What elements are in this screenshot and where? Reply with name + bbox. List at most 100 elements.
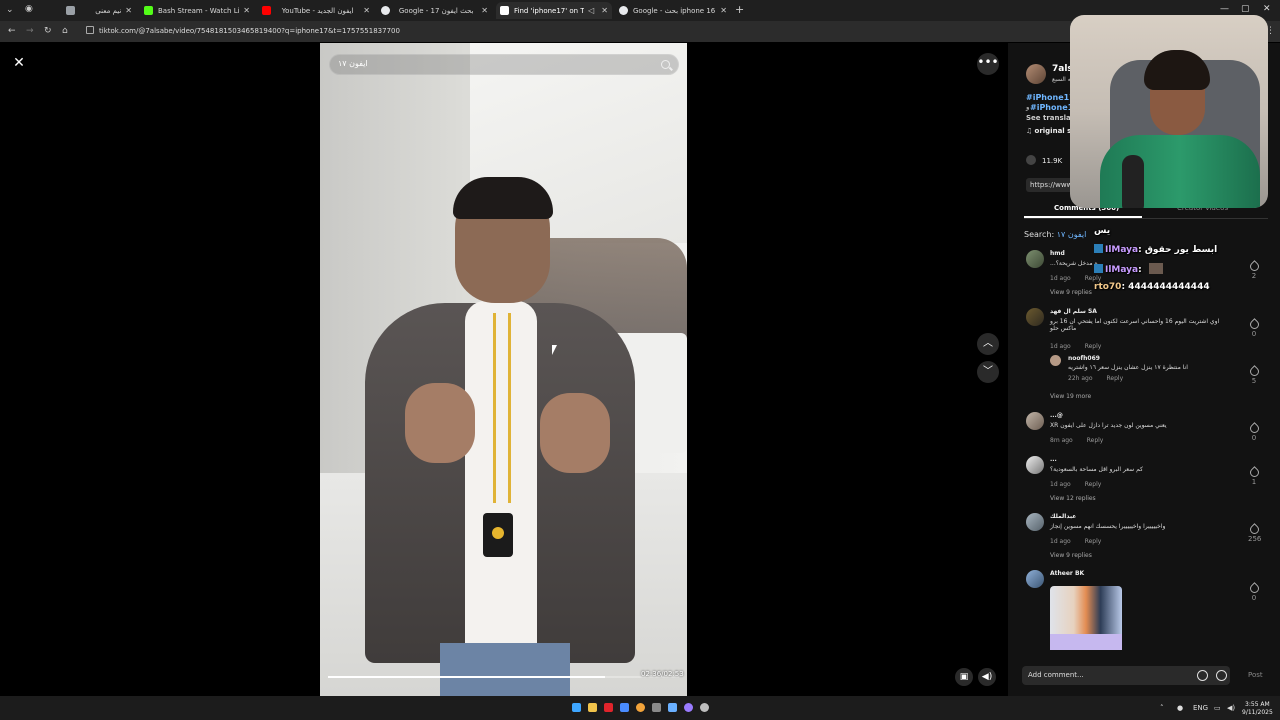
tab-1-close-icon[interactable]: ✕ bbox=[125, 6, 132, 15]
app-icon-gray[interactable] bbox=[652, 703, 661, 712]
app-icon-discord[interactable] bbox=[684, 703, 693, 712]
tab-3-close-icon[interactable]: ✕ bbox=[363, 6, 370, 15]
view-replies-button[interactable]: View 9 replies bbox=[1050, 289, 1092, 296]
volume-icon[interactable]: ◀) bbox=[978, 668, 996, 686]
tab-5-audio-icon[interactable]: ◁ bbox=[588, 6, 594, 15]
comment-author[interactable]: Atheer BK bbox=[1050, 570, 1084, 577]
tab-3[interactable]: YouTube - ايفون الجديد ✕ bbox=[258, 2, 374, 19]
app-icon-blue[interactable] bbox=[668, 703, 677, 712]
picture-in-picture-icon[interactable]: ▣ bbox=[955, 668, 973, 686]
tray-chevron-up-icon[interactable]: ˄ bbox=[1160, 704, 1164, 712]
app-icon-shield[interactable] bbox=[620, 703, 629, 712]
reply-button[interactable]: Reply bbox=[1085, 343, 1102, 350]
tray-mic-icon[interactable]: ● bbox=[1177, 704, 1183, 712]
stream-chat-line: IlMaya: ابسط يور حقوق bbox=[1094, 244, 1217, 255]
comment-avatar[interactable] bbox=[1026, 456, 1044, 474]
new-tab-plus-icon[interactable]: + bbox=[735, 3, 744, 16]
minimize-icon[interactable]: — bbox=[1220, 4, 1229, 14]
view-replies-button[interactable]: View 9 replies bbox=[1050, 552, 1092, 559]
tab-search-icon[interactable]: ⌄ bbox=[6, 5, 14, 15]
tab-6-google-icon bbox=[619, 6, 628, 15]
tab-6-close-icon[interactable]: ✕ bbox=[720, 6, 727, 15]
url-field[interactable]: tiktok.com/@7alsabe/video/75481815034658… bbox=[84, 24, 1234, 39]
reply-author[interactable]: noofh069 bbox=[1068, 355, 1100, 362]
reply-button[interactable]: Reply bbox=[1085, 275, 1102, 282]
tab-3-youtube-icon bbox=[262, 6, 271, 15]
home-icon[interactable]: ⌂ bbox=[62, 26, 68, 36]
maximize-icon[interactable]: ▢ bbox=[1241, 4, 1250, 14]
comment-avatar[interactable] bbox=[1026, 308, 1044, 326]
search-query[interactable]: ايفون ١٧ bbox=[1057, 230, 1087, 239]
reply-avatar[interactable] bbox=[1050, 355, 1061, 366]
comment-avatar[interactable] bbox=[1026, 570, 1044, 588]
tab-1-favicon-icon bbox=[66, 6, 75, 15]
clock-date: 9/11/2025 bbox=[1242, 709, 1273, 716]
video-search-text: ايفون ١٧ bbox=[338, 59, 368, 68]
view-more-replies-button[interactable]: View 19 more bbox=[1050, 393, 1091, 400]
author-avatar[interactable] bbox=[1026, 64, 1046, 84]
comment-avatar[interactable] bbox=[1026, 250, 1044, 268]
app-icon-red[interactable] bbox=[604, 703, 613, 712]
forward-arrow-icon[interactable]: → bbox=[26, 26, 34, 36]
original-sound[interactable]: ♫ original so bbox=[1026, 127, 1076, 135]
tab-5-close-icon[interactable]: ✕ bbox=[601, 6, 608, 15]
video-search-bar[interactable]: ايفون ١٧ bbox=[329, 54, 679, 75]
view-replies-button[interactable]: View 12 replies bbox=[1050, 495, 1096, 502]
reply-button[interactable]: Reply bbox=[1087, 437, 1104, 444]
video-progress-bar[interactable] bbox=[328, 676, 679, 678]
comment-avatar[interactable] bbox=[1026, 412, 1044, 430]
file-explorer-icon[interactable] bbox=[588, 703, 597, 712]
reload-icon[interactable]: ↻ bbox=[44, 26, 52, 36]
comment-search-line[interactable]: Search: ايفون ١٧ bbox=[1024, 230, 1086, 239]
tab-5-active[interactable]: Find 'iphone17' on TikTok | ◁ ✕ bbox=[496, 2, 612, 19]
like-count[interactable]: 11.9K bbox=[1026, 155, 1062, 165]
tab-4[interactable]: Google - بحث ايفون 17 ✕ bbox=[377, 2, 492, 19]
comment-author[interactable]: ...@ bbox=[1050, 412, 1063, 419]
taskbar-clock[interactable]: 3:55 AM 9/11/2025 bbox=[1242, 701, 1273, 717]
comment-meta: 1d ago Reply bbox=[1050, 481, 1101, 488]
add-comment-input[interactable]: Add comment... bbox=[1022, 666, 1230, 685]
next-video-chevron-down-icon[interactable]: ﹀ bbox=[977, 361, 999, 383]
comment-avatar[interactable] bbox=[1026, 513, 1044, 531]
hashtag-prefix: و bbox=[1026, 103, 1030, 111]
video-player[interactable] bbox=[320, 43, 687, 696]
comment-sticker-image[interactable] bbox=[1050, 586, 1122, 650]
tab-1[interactable]: نيم معنى ✕ bbox=[62, 2, 136, 19]
tray-network-icon[interactable]: ▭ bbox=[1214, 704, 1221, 712]
back-arrow-icon[interactable]: ← bbox=[8, 26, 16, 36]
browser-menu-icon[interactable]: ◉ bbox=[25, 4, 33, 14]
close-window-icon[interactable]: ✕ bbox=[1263, 4, 1271, 14]
previous-video-chevron-up-icon[interactable]: ︿ bbox=[977, 333, 999, 355]
tab-2[interactable]: Bash Stream - Watch Live on K ✕ bbox=[140, 2, 254, 19]
comment-author[interactable]: سلم ال فهد SA bbox=[1050, 308, 1097, 315]
video-time: 02:36/02:53 bbox=[641, 670, 684, 678]
comment-like-count: 256 bbox=[1248, 535, 1262, 543]
comment-text: كم سعر البرو اقل مساحة بالسعودية؟ bbox=[1050, 466, 1143, 473]
reply-button[interactable]: Reply bbox=[1085, 538, 1102, 545]
tab-2-close-icon[interactable]: ✕ bbox=[243, 6, 250, 15]
search-icon[interactable] bbox=[661, 60, 670, 69]
comment-author[interactable]: ... bbox=[1050, 456, 1057, 463]
hashtag-iphone17[interactable]: #iPhone17 bbox=[1026, 93, 1075, 102]
reply-button[interactable]: Reply bbox=[1107, 375, 1124, 382]
tray-volume-icon[interactable]: ◀) bbox=[1227, 704, 1235, 712]
mention-at-icon[interactable] bbox=[1197, 670, 1208, 681]
more-options-icon[interactable]: ••• bbox=[977, 53, 999, 75]
comment-text: واخيييييرا واخيييييرا يحسسك انهم مسوين إ… bbox=[1050, 523, 1166, 530]
post-comment-button[interactable]: Post bbox=[1248, 671, 1263, 679]
stream-chat-user: rto70 bbox=[1094, 282, 1122, 292]
chrome-icon[interactable] bbox=[636, 703, 645, 712]
app-icon-obs[interactable] bbox=[700, 703, 709, 712]
tab-6[interactable]: Google - بحث iphone 16 ✕ bbox=[615, 2, 731, 19]
see-translation-link[interactable]: See translati bbox=[1026, 114, 1077, 122]
reply-button[interactable]: Reply bbox=[1085, 481, 1102, 488]
site-info-icon[interactable] bbox=[86, 26, 94, 34]
comment-meta: 1d ago Reply bbox=[1050, 538, 1101, 545]
start-windows-icon[interactable] bbox=[572, 703, 581, 712]
emoji-icon[interactable] bbox=[1216, 670, 1227, 681]
comment-author[interactable]: hmd bbox=[1050, 250, 1065, 257]
comment-author[interactable]: عبدالملك bbox=[1050, 513, 1076, 520]
tray-language[interactable]: ENG bbox=[1193, 704, 1208, 712]
close-video-icon[interactable]: ✕ bbox=[8, 52, 30, 74]
tab-4-close-icon[interactable]: ✕ bbox=[481, 6, 488, 15]
